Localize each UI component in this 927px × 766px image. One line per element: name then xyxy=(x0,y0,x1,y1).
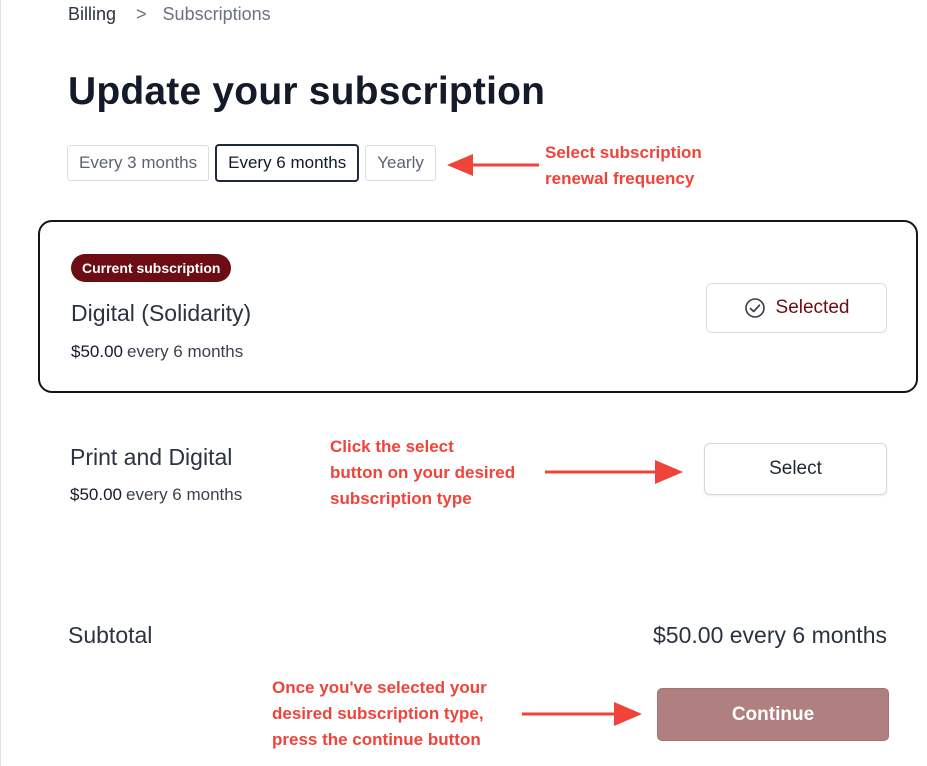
annotation-arrow-select-icon xyxy=(545,460,683,484)
annotation-continue: Once you've selected your desired subscr… xyxy=(272,678,487,749)
plan-price: $50.00 every 6 months xyxy=(71,342,243,362)
breadcrumb-billing-link[interactable]: Billing xyxy=(68,4,116,25)
frequency-tabs: Every 3 months Every 6 months Yearly xyxy=(67,144,442,182)
current-subscription-badge: Current subscription xyxy=(71,254,232,282)
page-title: Update your subscription xyxy=(68,70,546,113)
subtotal-label: Subtotal xyxy=(68,622,153,648)
breadcrumb-current: Subscriptions xyxy=(162,4,271,24)
annotation-arrow-frequency-icon xyxy=(447,154,539,176)
continue-button[interactable]: Continue xyxy=(657,688,889,741)
plan-price-amount: $50.00 xyxy=(70,485,122,504)
annotation-select: Click the select button on your desired … xyxy=(330,437,516,508)
annotation-frequency: Select subscription renewal frequency xyxy=(545,143,702,188)
breadcrumb: Billing > Subscriptions xyxy=(68,4,271,25)
breadcrumb-chevron-icon: > xyxy=(136,4,147,24)
plan-price-period: every 6 months xyxy=(126,485,243,504)
selected-button[interactable]: Selected xyxy=(706,283,887,333)
selected-button-label: Selected xyxy=(775,297,850,318)
select-button[interactable]: Select xyxy=(704,443,887,495)
plan-price: $50.00 every 6 months xyxy=(70,485,242,505)
plan-name: Digital (Solidarity) xyxy=(71,300,252,326)
check-circle-icon xyxy=(744,298,765,318)
subtotal-value: $50.00 every 6 months xyxy=(653,622,887,648)
frequency-tab-yearly[interactable]: Yearly xyxy=(365,145,436,181)
subscription-page: Billing > Subscriptions Update your subs… xyxy=(0,0,927,766)
plan-card-current: Current subscription Digital (Solidarity… xyxy=(38,220,918,393)
annotation-arrow-continue-icon xyxy=(522,702,642,726)
plan-price-period: every 6 months xyxy=(127,342,244,361)
plan-price-amount: $50.00 xyxy=(71,342,123,361)
frequency-tab-3-months[interactable]: Every 3 months xyxy=(67,145,210,181)
plan-name: Print and Digital xyxy=(70,444,233,470)
frequency-tab-6-months[interactable]: Every 6 months xyxy=(215,144,360,182)
